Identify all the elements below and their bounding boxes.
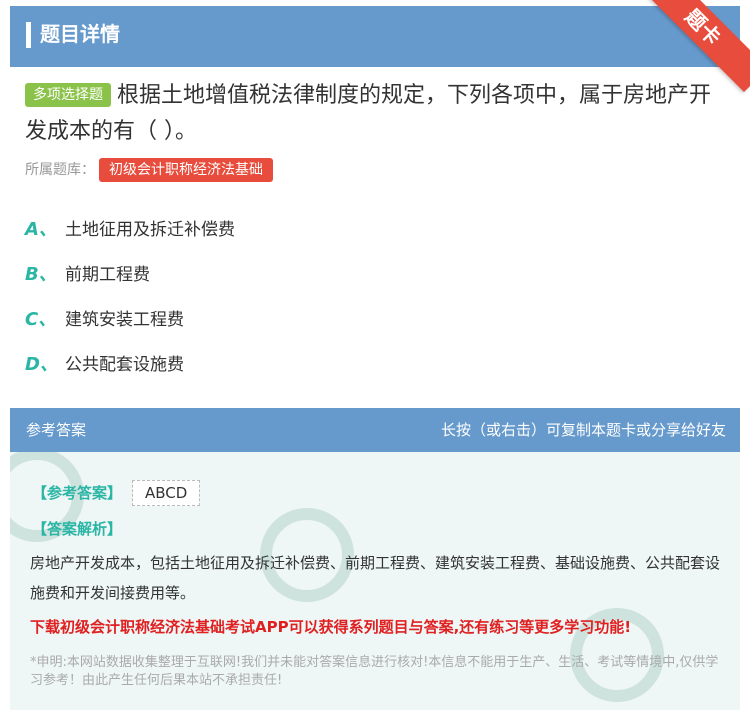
- reference-answer-value: ABCD: [132, 480, 201, 506]
- question-text: 根据土地增值税法律制度的规定，下列各项中，属于房地产开发成本的有（ ）。: [25, 83, 712, 144]
- answer-header: 参考答案 长按（或右击）可复制本题卡或分享给好友: [10, 408, 740, 452]
- question-bank-tag[interactable]: 初级会计职称经济法基础: [99, 158, 273, 182]
- reference-answer: 【参考答案】 ABCD: [32, 480, 201, 506]
- option-letter: D、: [25, 353, 58, 375]
- option-text: 土地征用及拆迁补偿费: [65, 220, 235, 240]
- option-b[interactable]: B、 前期工程费: [25, 250, 235, 295]
- answer-card: 参考答案 长按（或右击）可复制本题卡或分享给好友 【参考答案】 ABCD 【答案解…: [10, 408, 740, 710]
- analysis-label: 【答案解析】: [32, 520, 123, 538]
- disclaimer-text: *申明:本网站数据收集整理于互联网!我们并未能对答案信息进行核对!本信息不能用于…: [30, 655, 719, 688]
- share-hint[interactable]: 长按（或右击）可复制本题卡或分享给好友: [441, 408, 726, 452]
- option-d[interactable]: D、 公共配套设施费: [25, 340, 235, 385]
- header-accent-bar: [26, 22, 31, 48]
- option-letter: A、: [25, 218, 57, 240]
- analysis-text: 房地产开发成本，包括土地征用及拆迁补偿费、前期工程费、建筑安装工程费、基础设施费…: [30, 554, 721, 602]
- option-letter: B、: [25, 263, 57, 285]
- question-text-block: 多项选择题 根据土地增值税法律制度的规定，下列各项中，属于房地产开发成本的有（ ）…: [25, 78, 725, 150]
- page-title: 题目详情: [40, 22, 120, 46]
- option-a[interactable]: A、 土地征用及拆迁补偿费: [25, 205, 235, 250]
- option-text: 建筑安装工程费: [65, 310, 184, 330]
- answer-header-title: 参考答案: [26, 421, 87, 439]
- question-bank-label: 所属题库：: [25, 162, 95, 178]
- app-download-link[interactable]: 下载初级会计职称经济法基础考试APP可以获得系列题目与答案,还有练习等更多学习功…: [30, 616, 631, 637]
- option-c[interactable]: C、 建筑安装工程费: [25, 295, 235, 340]
- option-letter: C、: [25, 308, 57, 330]
- page-header: 题目详情: [10, 6, 740, 67]
- option-list: A、 土地征用及拆迁补偿费 B、 前期工程费 C、 建筑安装工程费 D、 公共配…: [25, 205, 235, 385]
- reference-answer-label: 【参考答案】: [32, 484, 123, 502]
- question-type-badge: 多项选择题: [25, 83, 111, 107]
- question-bank: 所属题库： 初级会计职称经济法基础: [25, 158, 273, 182]
- option-text: 前期工程费: [65, 265, 150, 285]
- option-text: 公共配套设施费: [65, 355, 184, 375]
